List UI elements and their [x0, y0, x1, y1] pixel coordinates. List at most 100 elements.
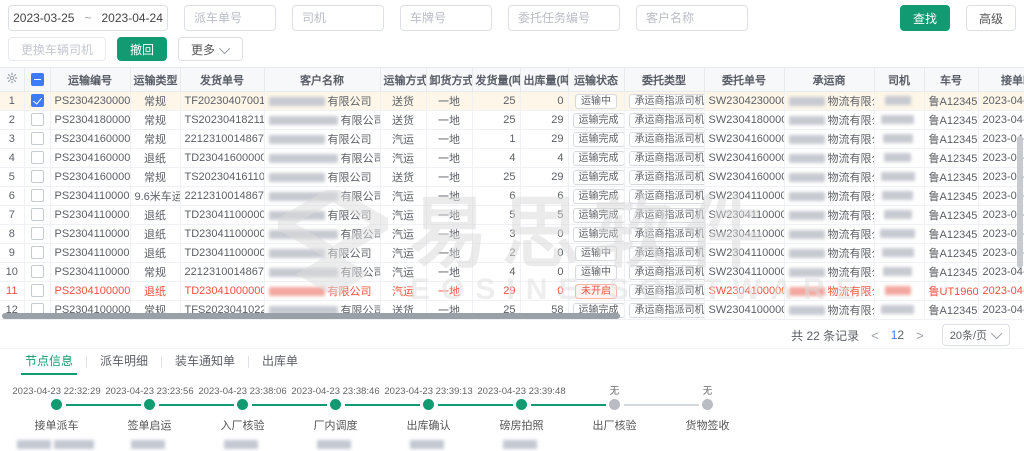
row-checkbox[interactable]: [31, 170, 44, 183]
table-row[interactable]: 1PS230423000002常规TF20230407001有限公司送货一地25…: [0, 92, 1024, 111]
redacted-carrier-prefix: [789, 211, 825, 220]
advanced-button[interactable]: 高级: [966, 5, 1016, 31]
cell-row-checkbox[interactable]: [24, 168, 50, 187]
page-size-select[interactable]: 20条/页: [942, 324, 1010, 346]
row-checkbox[interactable]: [31, 151, 44, 164]
cell-transport-status: 运输中: [568, 92, 624, 111]
cell-row-checkbox[interactable]: [24, 282, 50, 301]
entrust-type-badge: 承运商指派司机: [629, 132, 705, 147]
customer-name-input[interactable]: [636, 5, 748, 31]
change-vehicle-driver-button[interactable]: 更换车辆司机: [8, 37, 106, 61]
cell-transport-no: PS230416000004: [50, 168, 130, 187]
cell-row-checkbox[interactable]: [24, 92, 50, 111]
cell-customer-name: 有限公司: [264, 282, 380, 301]
cell-out-qty: 0: [520, 92, 568, 111]
table-row[interactable]: 3PS230416000007常规22123100148673有限公司汽运一地1…: [0, 130, 1024, 149]
cell-row-checkbox[interactable]: [24, 206, 50, 225]
cell-transport-mode: 汽运: [380, 244, 426, 263]
cell-out-qty: 5: [520, 206, 568, 225]
cell-entrust-no: SW230410000004: [704, 301, 784, 320]
row-checkbox[interactable]: [31, 189, 44, 202]
redacted-driver-name: [882, 248, 914, 257]
cell-customer-name: 有限公司: [264, 111, 380, 130]
driver-input[interactable]: [292, 5, 384, 31]
table-row[interactable]: 4PS230416000006退纸TD230416000002有限公司汽运一地4…: [0, 149, 1024, 168]
cell-transport-no: PS230411000005: [50, 187, 130, 206]
cell-carrier: 物流有限公司: [784, 206, 874, 225]
detail-tabs: 节点信息派车明细装车通知单出库单: [0, 348, 1024, 375]
date-range-input[interactable]: 2023-03-25 ~ 2023-04-24: [8, 5, 168, 31]
cell-plate-no: 鲁A12345: [924, 225, 978, 244]
dispatch-no-input[interactable]: [184, 5, 276, 31]
page-number-2[interactable]: 2: [897, 328, 904, 342]
entrust-type-badge: 承运商指派司机: [629, 170, 705, 185]
row-checkbox[interactable]: [31, 265, 44, 278]
redacted-customer-prefix: [269, 135, 325, 144]
table-row[interactable]: 7PS230411000004退纸TD230411000009有限公司汽运一地5…: [0, 206, 1024, 225]
table-row[interactable]: 11PS230410000006退纸TD230410000009有限公司汽运一地…: [0, 282, 1024, 301]
cell-out-qty: 0: [520, 263, 568, 282]
plate-no-input[interactable]: [400, 5, 492, 31]
table-row[interactable]: 9PS230411000002退纸TD230411000007有限公司汽运一地2…: [0, 244, 1024, 263]
cell-carrier: 物流有限公司: [784, 244, 874, 263]
recall-button[interactable]: 撤回: [117, 37, 167, 61]
table-row[interactable]: 2PS230418000001常规TS202304182114有限公司送货一地2…: [0, 111, 1024, 130]
cell-driver: [874, 263, 924, 282]
status-badge: 未开启: [575, 284, 617, 299]
cell-transport-status: 运输完成: [568, 111, 624, 130]
next-page-button[interactable]: >: [910, 328, 930, 343]
cell-unload-mode: 一地: [426, 111, 472, 130]
cell-plate-no: 鲁A12345: [924, 263, 978, 282]
tab-4[interactable]: 出库单: [249, 349, 311, 375]
cell-shipping-no: TS202304182114: [180, 111, 264, 130]
table-row[interactable]: 6PS2304110000059.6米车运输22123100148676有限公司…: [0, 187, 1024, 206]
table-row[interactable]: 10PS230411000001常规22123100148677有限公司汽运一地…: [0, 263, 1024, 282]
cell-row-checkbox[interactable]: [24, 263, 50, 282]
cell-carrier: 物流有限公司: [784, 149, 874, 168]
cell-row-checkbox[interactable]: [24, 111, 50, 130]
cell-transport-status: 运输完成: [568, 130, 624, 149]
cell-unload-mode: 一地: [426, 282, 472, 301]
select-all-checkbox[interactable]: [31, 73, 44, 86]
cell-row-checkbox[interactable]: [24, 187, 50, 206]
tab-1[interactable]: 节点信息: [12, 349, 86, 375]
step-label: 出库确认: [382, 417, 475, 433]
row-checkbox[interactable]: [31, 113, 44, 126]
redacted-operator-name: [131, 440, 165, 449]
horizontal-scrollbar[interactable]: [2, 313, 620, 319]
search-button[interactable]: 查找: [900, 5, 950, 31]
filter-bar: 2023-03-25 ~ 2023-04-24 查找 高级: [0, 0, 1024, 33]
cell-unload-mode: 一地: [426, 206, 472, 225]
cell-out-qty: 29: [520, 130, 568, 149]
cell-unload-mode: 一地: [426, 130, 472, 149]
more-button[interactable]: 更多: [178, 37, 243, 61]
cell-unload-mode: 一地: [426, 168, 472, 187]
cell-transport-type: 退纸: [130, 149, 180, 168]
table-row[interactable]: 8PS230411000003退纸TD230411000008有限公司汽运一地3…: [0, 225, 1024, 244]
vertical-scrollbar[interactable]: [1017, 136, 1023, 268]
column-settings-gear-icon[interactable]: [0, 68, 24, 92]
cell-entrust-no: SW230411000001: [704, 263, 784, 282]
cell-transport-type: 退纸: [130, 206, 180, 225]
cell-row-checkbox[interactable]: [24, 149, 50, 168]
redacted-driver-name: [884, 210, 912, 219]
prev-page-button[interactable]: <: [865, 328, 885, 343]
row-checkbox[interactable]: [31, 246, 44, 259]
cell-row-checkbox[interactable]: [24, 130, 50, 149]
cell-row-checkbox[interactable]: [24, 225, 50, 244]
task-no-input[interactable]: [508, 5, 620, 31]
row-checkbox[interactable]: [31, 208, 44, 221]
tab-2[interactable]: 派车明细: [87, 349, 161, 375]
row-checkbox[interactable]: [31, 132, 44, 145]
cell-transport-no: PS230418000001: [50, 111, 130, 130]
chevron-down-icon: [219, 42, 230, 53]
row-checkbox[interactable]: [31, 227, 44, 240]
row-checkbox[interactable]: [31, 284, 44, 297]
cell-row-checkbox[interactable]: [24, 244, 50, 263]
cell-carrier: 物流有限公司: [784, 263, 874, 282]
table-row[interactable]: 5PS230416000004常规TS202304161109有限公司送货一地2…: [0, 168, 1024, 187]
entrust-type-badge: 承运商指派司机: [629, 284, 705, 299]
row-checkbox[interactable]: [31, 94, 44, 107]
tab-3[interactable]: 装车通知单: [162, 349, 248, 375]
redacted-carrier-prefix: [789, 268, 825, 277]
